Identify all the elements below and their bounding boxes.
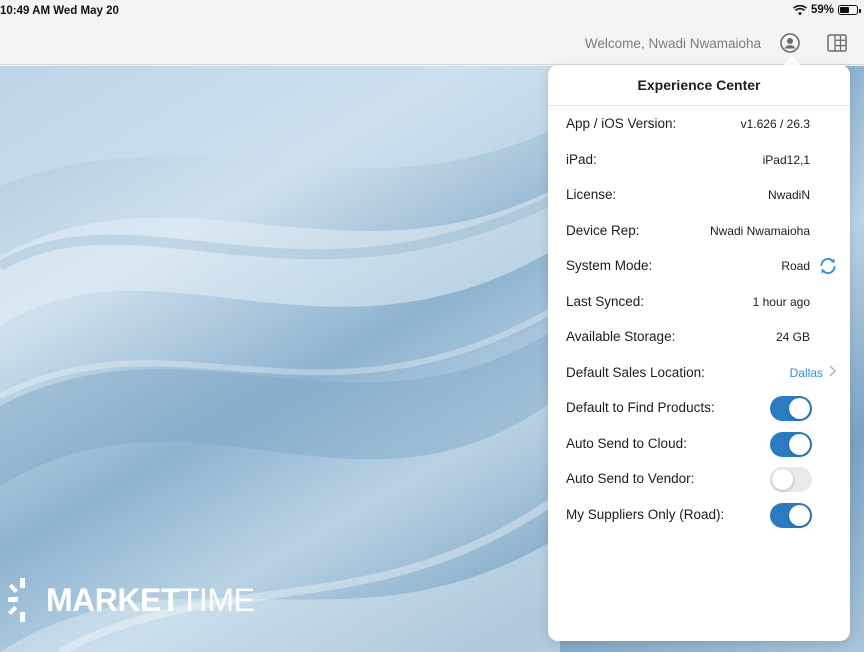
find-products-toggle[interactable]	[770, 396, 812, 421]
chevron-right-icon	[829, 364, 837, 377]
logo-wordmark: MARKETTIME	[46, 581, 255, 619]
auto-send-vendor-toggle[interactable]	[770, 467, 812, 492]
battery-fill	[840, 7, 850, 13]
row-license: License: NwadiN	[548, 177, 850, 213]
row-label: Last Synced:	[566, 293, 645, 309]
status-bar: 10:49 AM Wed May 20 59%	[0, 0, 864, 22]
row-default-find-products: Default to Find Products:	[548, 390, 850, 426]
grid-layout-icon[interactable]	[826, 32, 848, 54]
row-ipad: iPad: iPad12,1	[548, 142, 850, 178]
battery-icon	[838, 5, 861, 15]
row-my-suppliers-only: My Suppliers Only (Road):	[548, 497, 850, 533]
row-auto-send-cloud: Auto Send to Cloud:	[548, 426, 850, 462]
sales-location-link[interactable]: Dallas	[790, 366, 823, 380]
row-available-storage: Available Storage: 24 GB	[548, 319, 850, 355]
sunburst-logo-icon	[8, 578, 25, 622]
row-value: iPad12,1	[762, 152, 810, 167]
logo-text-light: TIME	[179, 581, 255, 618]
row-label: Default to Find Products:	[566, 400, 715, 415]
auto-send-cloud-toggle[interactable]	[770, 431, 812, 457]
row-label: Device Rep:	[566, 222, 640, 238]
welcome-text: Welcome, Nwadi Nwamaioha	[584, 36, 761, 51]
row-label: My Suppliers Only (Road):	[566, 506, 725, 522]
row-label: Default Sales Location:	[566, 364, 705, 380]
row-system-mode: System Mode: Road	[548, 248, 850, 284]
experience-center-popover: Experience Center App / iOS Version: v1.…	[548, 65, 850, 641]
row-last-synced: Last Synced: 1 hour ago	[548, 284, 850, 320]
row-value: 24 GB	[775, 330, 810, 344]
row-label: System Mode:	[566, 258, 653, 273]
row-value: Nwadi Nwamaioha	[709, 223, 810, 238]
wifi-icon	[793, 4, 807, 15]
row-device-rep: Device Rep: Nwadi Nwamaioha	[548, 213, 850, 249]
row-label: Auto Send to Cloud:	[566, 435, 687, 451]
row-label: Available Storage:	[566, 329, 676, 344]
popover-title: Experience Center	[548, 65, 850, 106]
my-suppliers-toggle[interactable]	[770, 502, 812, 528]
row-value: v1.626 / 26.3	[740, 117, 810, 131]
user-circle-icon[interactable]	[779, 32, 801, 54]
toggle-knob	[772, 469, 793, 490]
row-label: Auto Send to Vendor:	[566, 471, 695, 486]
row-label: App / iOS Version:	[566, 116, 677, 131]
row-label: iPad:	[566, 151, 597, 167]
row-auto-send-vendor: Auto Send to Vendor:	[548, 461, 850, 497]
battery-percent: 59%	[810, 4, 834, 16]
marketime-logo: MARKETTIME	[8, 578, 255, 622]
settings-list: App / iOS Version: v1.626 / 26.3 iPad: i…	[548, 106, 850, 532]
row-value: Road	[781, 259, 810, 273]
row-default-sales-location[interactable]: Default Sales Location: Dallas	[548, 355, 850, 391]
logo-text-bold: MARKET	[46, 581, 180, 618]
row-label: License:	[566, 187, 617, 202]
sync-icon[interactable]	[818, 256, 838, 276]
nav-bar: Welcome, Nwadi Nwamaioha	[0, 22, 864, 65]
toggle-knob	[789, 433, 810, 455]
row-value: NwadiN	[767, 188, 810, 202]
row-value: 1 hour ago	[752, 294, 810, 309]
status-time: 10:49 AM Wed May 20	[0, 5, 119, 17]
status-indicators: 59%	[793, 4, 861, 16]
toggle-knob	[789, 504, 810, 526]
row-app-version: App / iOS Version: v1.626 / 26.3	[548, 106, 850, 142]
toggle-knob	[789, 398, 810, 419]
